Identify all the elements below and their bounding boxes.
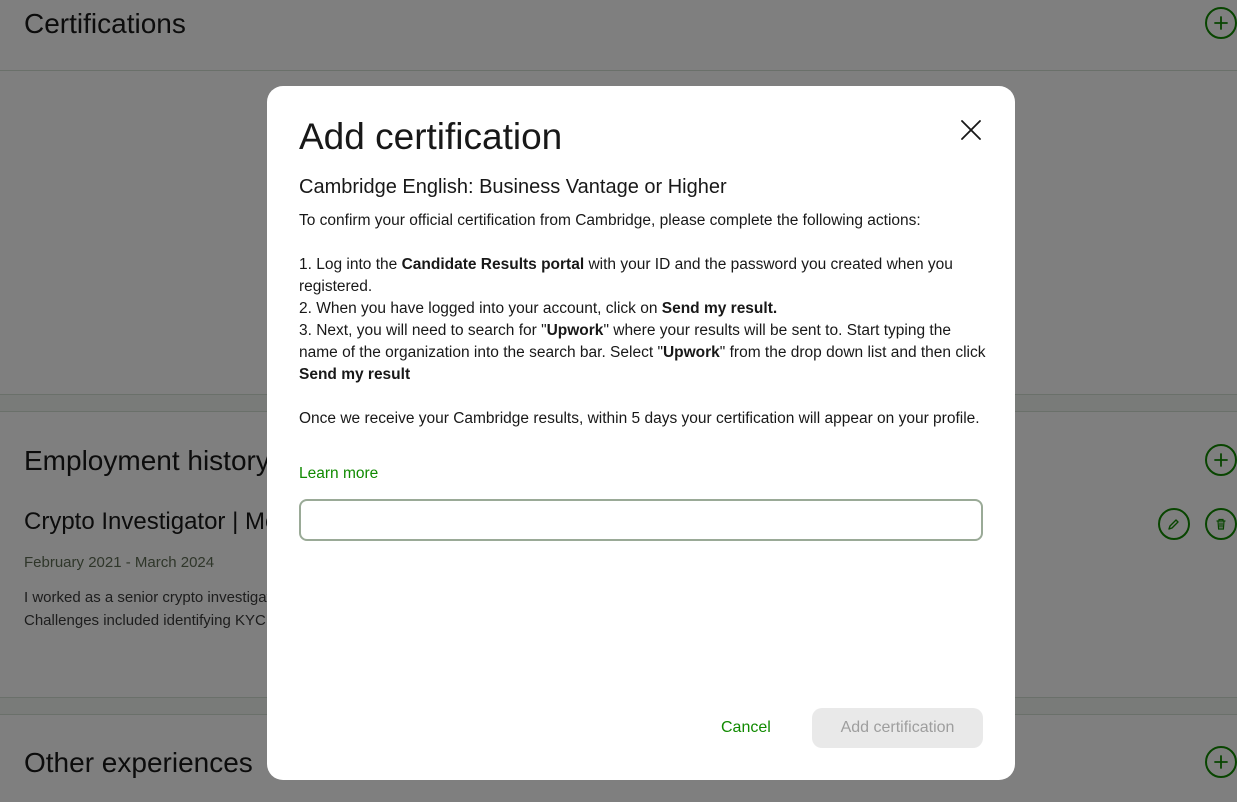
step-2: 2. When you have logged into your accoun… [299,298,989,320]
intro-text: To confirm your official certification f… [299,212,921,229]
step-text: 1. Log into the [299,256,402,273]
learn-more-link[interactable]: Learn more [299,465,378,483]
certification-name: Cambridge English: Business Vantage or H… [299,176,727,198]
step-bold: Send my result [299,366,411,383]
step-bold: Upwork [546,322,604,339]
step-3: 3. Next, you will need to search for "Up… [299,320,989,386]
add-certification-modal: Add certification Cambridge English: Bus… [267,86,1015,780]
cancel-button[interactable]: Cancel [699,708,793,748]
step-1: 1. Log into the Candidate Results portal… [299,254,989,298]
step-bold: Upwork [662,344,720,361]
add-certification-submit-button[interactable]: Add certification [812,708,983,748]
step-bold: Send my result. [661,300,778,317]
step-text: 2. When you have logged into your accoun… [299,300,662,317]
close-icon [961,120,981,140]
step-text: " from the drop down list and then click [719,344,986,361]
certification-input[interactable] [299,499,983,541]
step-text: 3. Next, you will need to search for " [299,322,547,339]
close-button[interactable] [957,116,985,144]
modal-title: Add certification [299,116,563,157]
step-bold: Candidate Results portal [401,256,585,273]
closing-text: Once we receive your Cambridge results, … [299,410,980,427]
